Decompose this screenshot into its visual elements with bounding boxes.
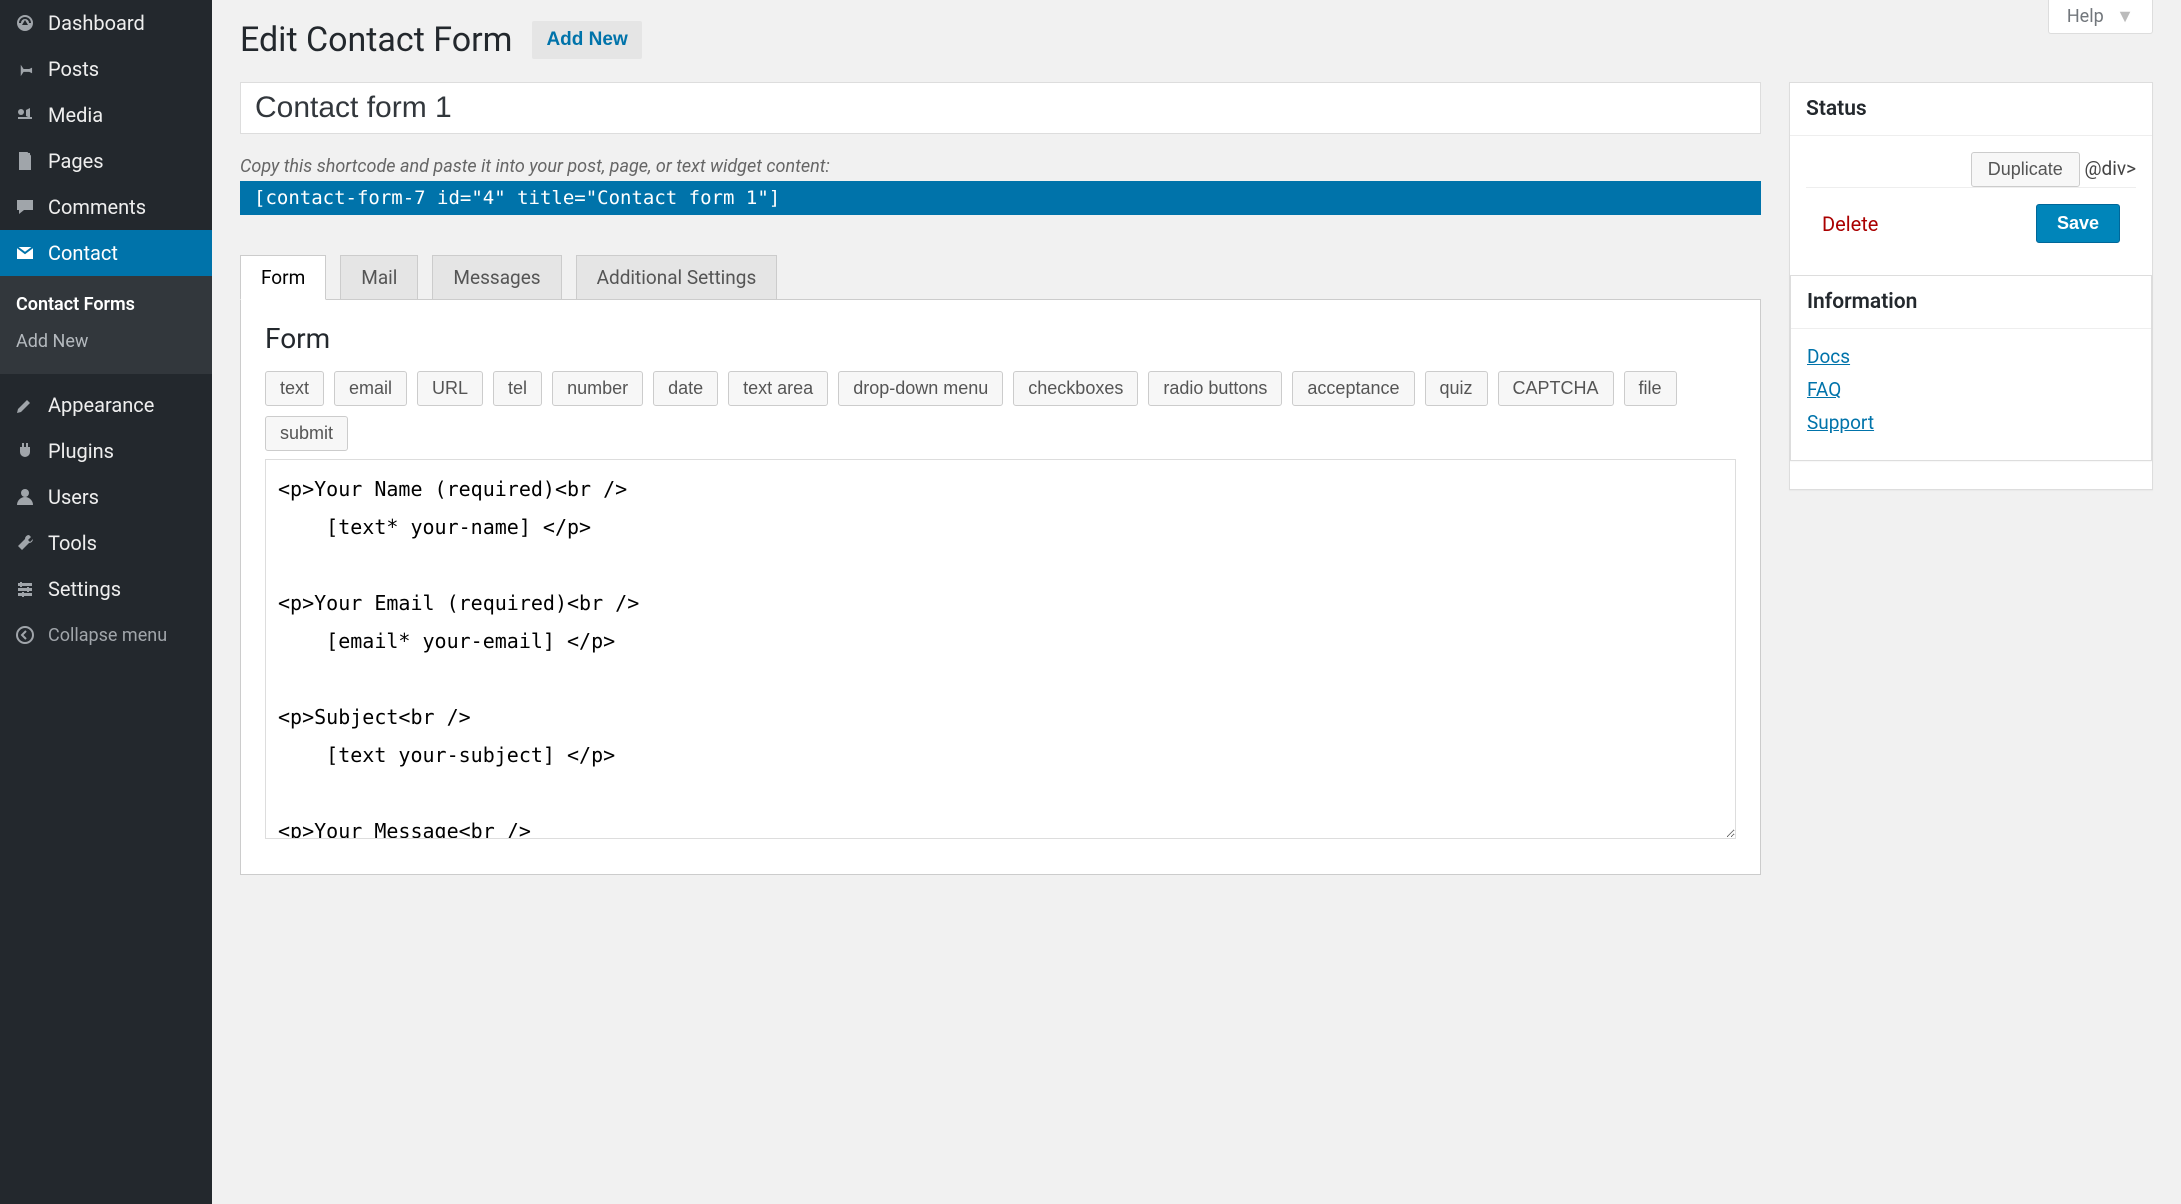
page-icon: [12, 148, 38, 174]
sidebar-item-label: Dashboard: [48, 11, 145, 35]
tag-textarea[interactable]: text area: [728, 371, 828, 406]
main-content: Help ▼ Edit Contact Form Add New Copy th…: [212, 0, 2181, 1204]
help-label: Help: [2067, 6, 2104, 27]
editor-tabs: Form Mail Messages Additional Settings: [240, 255, 1761, 300]
tag-email[interactable]: email: [334, 371, 407, 406]
page-heading: Edit Contact Form Add New: [240, 0, 2153, 60]
info-link-support[interactable]: Support: [1807, 411, 2135, 434]
collapse-icon: [12, 622, 38, 648]
tag-checkboxes[interactable]: checkboxes: [1013, 371, 1138, 406]
media-icon: [12, 102, 38, 128]
info-link-docs[interactable]: Docs: [1807, 345, 2135, 368]
tab-additional-settings[interactable]: Additional Settings: [576, 255, 778, 300]
sidebar-item-label: Posts: [48, 57, 99, 81]
settings-icon: [12, 576, 38, 602]
sidebar-item-plugins[interactable]: Plugins: [0, 428, 212, 474]
sidebar-item-label: Pages: [48, 149, 104, 173]
sidebar-item-comments[interactable]: Comments: [0, 184, 212, 230]
sidebar-item-appearance[interactable]: Appearance: [0, 382, 212, 428]
sidebar-item-contact[interactable]: Contact: [0, 230, 212, 276]
sidebar-item-tools[interactable]: Tools: [0, 520, 212, 566]
information-heading: Information: [1791, 276, 2151, 329]
form-content-textarea[interactable]: [265, 459, 1736, 839]
main-column: Copy this shortcode and paste it into yo…: [240, 82, 1761, 875]
delete-link[interactable]: Delete: [1822, 212, 1878, 236]
sidebar-item-label: Users: [48, 485, 99, 509]
tag-tel[interactable]: tel: [493, 371, 542, 406]
sidebar-item-users[interactable]: Users: [0, 474, 212, 520]
tag-radio[interactable]: radio buttons: [1148, 371, 1282, 406]
side-column: Status Duplicate @div> Delete Save Infor…: [1789, 82, 2153, 518]
chevron-down-icon: ▼: [2116, 6, 2134, 27]
tab-messages[interactable]: Messages: [432, 255, 561, 300]
shortcode-box[interactable]: [contact-form-7 id="4" title="Contact fo…: [240, 181, 1761, 215]
appearance-icon: [12, 392, 38, 418]
sidebar-item-label: Tools: [48, 531, 97, 555]
admin-sidebar: Dashboard Posts Media Pages Comments Con…: [0, 0, 212, 1204]
form-panel: Form text email URL tel number date text…: [240, 299, 1761, 875]
plugin-icon: [12, 438, 38, 464]
sidebar-subitem-add-new[interactable]: Add New: [0, 323, 212, 360]
add-new-button[interactable]: Add New: [532, 21, 641, 59]
sidebar-item-label: Contact: [48, 241, 118, 265]
sidebar-item-media[interactable]: Media: [0, 92, 212, 138]
sidebar-item-label: Comments: [48, 195, 146, 219]
tools-icon: [12, 530, 38, 556]
tag-dropdown[interactable]: drop-down menu: [838, 371, 1003, 406]
tag-file[interactable]: file: [1624, 371, 1677, 406]
sidebar-item-label: Plugins: [48, 439, 114, 463]
duplicate-button[interactable]: Duplicate: [1971, 152, 2080, 187]
tag-date[interactable]: date: [653, 371, 718, 406]
dashboard-icon: [12, 10, 38, 36]
information-box: Information Docs FAQ Support: [1790, 275, 2152, 461]
tab-mail[interactable]: Mail: [340, 255, 418, 300]
status-heading: Status: [1790, 83, 2152, 136]
collapse-label: Collapse menu: [48, 625, 167, 646]
tag-text[interactable]: text: [265, 371, 324, 406]
tag-url[interactable]: URL: [417, 371, 483, 406]
comment-icon: [12, 194, 38, 220]
tag-number[interactable]: number: [552, 371, 643, 406]
panel-heading: Form: [265, 322, 1736, 355]
tag-captcha[interactable]: CAPTCHA: [1498, 371, 1614, 406]
info-link-faq[interactable]: FAQ: [1807, 378, 2135, 401]
help-tab[interactable]: Help ▼: [2048, 0, 2153, 34]
sidebar-item-label: Media: [48, 103, 103, 127]
sidebar-item-settings[interactable]: Settings: [0, 566, 212, 612]
shortcode-hint: Copy this shortcode and paste it into yo…: [240, 156, 1761, 177]
mail-icon: [12, 240, 38, 266]
tag-submit[interactable]: submit: [265, 416, 348, 451]
tag-quiz[interactable]: quiz: [1425, 371, 1488, 406]
sidebar-item-pages[interactable]: Pages: [0, 138, 212, 184]
pin-icon: [12, 56, 38, 82]
tag-generator-buttons: text email URL tel number date text area…: [265, 371, 1736, 451]
page-title: Edit Contact Form: [240, 20, 512, 60]
sidebar-item-label: Settings: [48, 577, 121, 601]
tag-acceptance[interactable]: acceptance: [1292, 371, 1414, 406]
user-icon: [12, 484, 38, 510]
sidebar-item-posts[interactable]: Posts: [0, 46, 212, 92]
sidebar-submenu-contact: Contact Forms Add New: [0, 276, 212, 374]
sidebar-subitem-contact-forms[interactable]: Contact Forms: [0, 286, 212, 323]
sidebar-item-label: Appearance: [48, 393, 154, 417]
save-button[interactable]: Save: [2036, 204, 2120, 243]
form-title-input[interactable]: [240, 82, 1761, 134]
sidebar-item-dashboard[interactable]: Dashboard: [0, 0, 212, 46]
collapse-menu[interactable]: Collapse menu: [0, 612, 212, 658]
tab-form[interactable]: Form: [240, 255, 326, 300]
status-box: Status Duplicate @div> Delete Save Infor…: [1789, 82, 2153, 490]
